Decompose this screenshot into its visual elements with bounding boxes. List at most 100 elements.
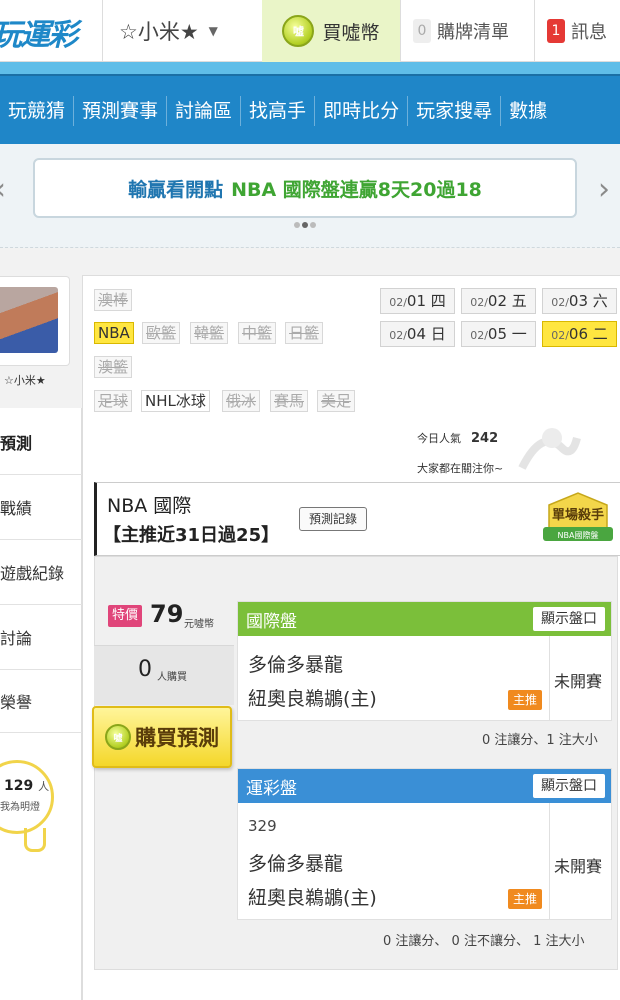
market-name: 國際盤 xyxy=(246,611,297,632)
popularity-subtitle: 大家都在關注你~ xyxy=(417,462,504,475)
show-odds-button[interactable]: 顯示盤口 xyxy=(533,774,605,798)
prediction-league: NBA 國際 xyxy=(107,495,192,517)
odds-summary: 0 注讓分、1 注大小 xyxy=(482,733,598,748)
main-pick-tag: 主推 xyxy=(508,889,542,909)
light-subtitle: 我為明燈 xyxy=(0,802,40,813)
cart-button[interactable]: 0 購牌清單 xyxy=(400,0,534,62)
popularity: 今日人氣 242 xyxy=(417,431,499,446)
category-au-basketball: 澳籃 xyxy=(94,356,133,378)
sparkle-decoration-icon xyxy=(518,428,581,470)
cart-label: 購牌清單 xyxy=(437,22,509,43)
lightbulb-base xyxy=(24,828,46,852)
date-tab-active[interactable]: 02/06 二 xyxy=(542,321,617,347)
market-header: 國際盤 顯示盤口 xyxy=(238,602,611,636)
show-odds-button[interactable]: 顯示盤口 xyxy=(533,607,605,631)
sidebar-item-game-history[interactable]: 遊戲紀錄 xyxy=(0,539,82,603)
sidebar-item-honor[interactable]: 榮譽 xyxy=(0,669,82,733)
prediction-record: 【主推近31日過25】 xyxy=(103,525,280,546)
market-name: 運彩盤 xyxy=(246,778,297,799)
special-price-badge: 特價 xyxy=(108,605,143,627)
game-id: 329 xyxy=(248,817,277,835)
sidebar-item-discussion[interactable]: 討論 xyxy=(0,604,82,668)
game-status: 未開賽 xyxy=(554,672,603,691)
killer-subtitle: NBA國際盤 xyxy=(558,530,599,540)
category-nhl[interactable]: NHL冰球 xyxy=(141,390,210,412)
divider xyxy=(549,636,550,720)
category-nba[interactable]: NBA xyxy=(94,322,134,344)
sidebar-item-record[interactable]: 戰績 xyxy=(0,474,82,538)
market-body: 多倫多暴龍 紐奧良鵜鶘(主) 主推 未開賽 xyxy=(238,636,611,720)
carousel-dot[interactable] xyxy=(294,222,300,228)
away-team: 多倫多暴龍 xyxy=(248,654,344,676)
main-pick-tag: 主推 xyxy=(508,690,542,710)
category-eu-basketball: 歐籃 xyxy=(142,322,181,344)
buyers-count: 0 xyxy=(138,657,152,682)
messages-label: 訊息 xyxy=(571,22,607,43)
game-status: 未開賽 xyxy=(554,857,603,876)
user-name: ☆小米★ xyxy=(119,20,199,44)
date-tab[interactable]: 02/05 一 xyxy=(461,321,536,347)
buyers-unit: 人購買 xyxy=(157,672,187,683)
date-tab[interactable]: 02/01 四 xyxy=(380,288,455,314)
date-tab[interactable]: 02/02 五 xyxy=(461,288,536,314)
promo-banner[interactable]: 輸贏看開點 NBA 國際盤連贏8天20過18 xyxy=(33,158,577,218)
banner-text-green: NBA 國際盤連贏8天20過18 xyxy=(231,178,482,201)
nav-item-predict[interactable]: 預測賽事 xyxy=(73,96,166,126)
buy-prediction-button[interactable]: 噓 購買預測 xyxy=(92,706,232,768)
market-card-sports-lottery: 運彩盤 顯示盤口 329 多倫多暴龍 紐奧良鵜鶘(主) 主推 未開賽 xyxy=(237,768,612,920)
killer-title: 單場殺手 xyxy=(552,507,604,523)
date-tab[interactable]: 02/03 六 xyxy=(542,288,617,314)
sidebar-section-title: 預測 xyxy=(0,434,33,453)
chevron-left-icon[interactable]: ‹ xyxy=(0,172,6,207)
prediction-record-button[interactable]: 預測記錄 xyxy=(299,507,367,531)
buy-coin-label: 買噓幣 xyxy=(322,21,380,44)
top-bar: 玩運彩 ☆小米★ ▼ 噓 買噓幣 0 購牌清單 1 訊息 xyxy=(0,0,620,62)
nav-item-player-search[interactable]: 玩家搜尋 xyxy=(407,96,500,126)
market-body: 329 多倫多暴龍 紐奧良鵜鶘(主) 主推 未開賽 xyxy=(238,803,611,919)
nav-item-forum[interactable]: 討論區 xyxy=(166,96,240,126)
market-card-international: 國際盤 顯示盤口 多倫多暴龍 紐奧良鵜鶘(主) 主推 未開賽 xyxy=(237,601,612,721)
nav-item-stats[interactable]: 數據 xyxy=(500,96,555,126)
category-cn-basketball: 中籃 xyxy=(238,322,277,344)
sidebar-user-name: ☆小米★ xyxy=(4,374,46,387)
category-horse-racing: 賽馬 xyxy=(270,390,309,412)
divider xyxy=(549,803,550,919)
nav-strip xyxy=(0,62,620,76)
home-team: 紐奧良鵜鶘(主) xyxy=(248,887,377,909)
single-killer-badge-icon: 單場殺手 NBA國際盤 xyxy=(543,492,613,541)
cart-count-badge: 0 xyxy=(413,19,431,43)
carousel-dot[interactable] xyxy=(310,222,316,228)
category-au-baseball: 澳棒 xyxy=(94,289,133,311)
buy-prediction-label: 購買預測 xyxy=(135,726,219,750)
odds-summary: 0 注讓分、 0 注不讓分、 1 注大小 xyxy=(383,934,585,949)
avatar-card[interactable] xyxy=(0,276,70,366)
avatar[interactable] xyxy=(0,287,58,353)
category-ru-hockey: 俄冰 xyxy=(222,390,261,412)
buy-coin-button[interactable]: 噓 買噓幣 xyxy=(262,0,400,62)
prediction-header: NBA 國際 【主推近31日過25】 預測記錄 單場殺手 NBA國際盤 xyxy=(94,482,620,556)
carousel-dots xyxy=(294,222,316,228)
caret-down-icon: ▼ xyxy=(208,24,218,38)
main-nav: 玩競猜 預測賽事 討論區 找高手 即時比分 玩家搜尋 數據 xyxy=(0,62,620,144)
nav-item-experts[interactable]: 找高手 xyxy=(240,96,314,126)
site-logo[interactable]: 玩運彩 xyxy=(0,0,102,62)
category-kr-basketball: 韓籃 xyxy=(190,322,229,344)
carousel-dot-active[interactable] xyxy=(302,222,308,228)
chevron-right-icon[interactable]: › xyxy=(598,172,610,207)
category-jp-basketball: 日籃 xyxy=(285,322,324,344)
nav-item-play-guess[interactable]: 玩競猜 xyxy=(0,96,73,126)
coin-icon: 噓 xyxy=(105,724,131,750)
category-soccer: 足球 xyxy=(94,390,133,412)
user-menu[interactable]: ☆小米★ ▼ xyxy=(102,0,262,62)
nav-items: 玩競猜 預測賽事 討論區 找高手 即時比分 玩家搜尋 數據 xyxy=(0,96,555,126)
messages-button[interactable]: 1 訊息 xyxy=(534,0,620,62)
date-tab[interactable]: 02/04 日 xyxy=(380,321,455,347)
coin-icon: 噓 xyxy=(282,15,315,47)
message-count-badge: 1 xyxy=(547,19,565,43)
nav-item-live-score[interactable]: 即時比分 xyxy=(314,96,407,126)
away-team: 多倫多暴龍 xyxy=(248,853,344,875)
market-header: 運彩盤 顯示盤口 xyxy=(238,769,611,803)
home-team: 紐奧良鵜鶘(主) xyxy=(248,688,377,710)
light-count: 129 人 xyxy=(4,778,50,794)
price-value: 79 xyxy=(150,600,184,628)
